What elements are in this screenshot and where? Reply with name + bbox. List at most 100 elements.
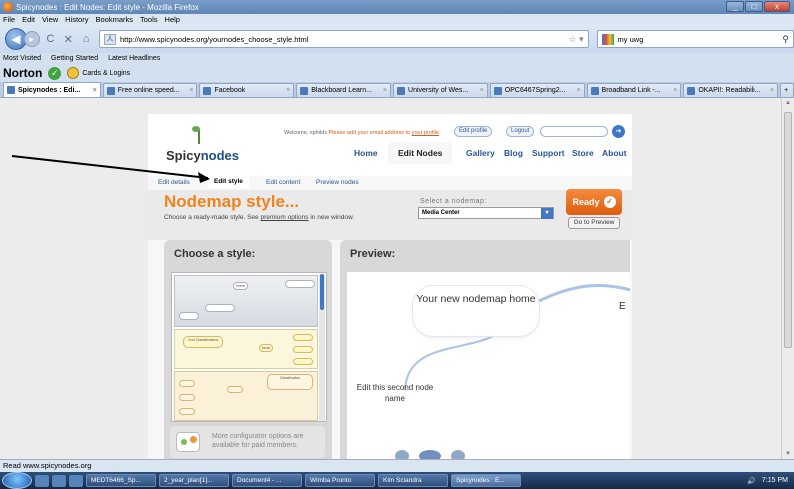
navigation-toolbar: ◀ ▸ C ✕ ⌂ 人 http://www.spicynodes.org/yo… bbox=[0, 25, 794, 53]
search-input[interactable]: my uwg bbox=[618, 35, 644, 44]
node-dot[interactable] bbox=[419, 450, 441, 459]
node-dot[interactable] bbox=[451, 450, 465, 459]
scrollbar-thumb[interactable] bbox=[784, 112, 792, 348]
reload-button[interactable]: C bbox=[44, 33, 58, 45]
menu-help[interactable]: Help bbox=[165, 15, 180, 24]
bookmark-latest-headlines[interactable]: Latest Headlines bbox=[108, 55, 160, 62]
url-text[interactable]: http://www.spicynodes.org/yournodes_choo… bbox=[120, 35, 308, 44]
tab-favicon-icon bbox=[590, 86, 599, 95]
url-bar[interactable]: 人 http://www.spicynodes.org/yournodes_ch… bbox=[98, 30, 589, 48]
more-configurator-note[interactable]: More configurator options are available … bbox=[170, 426, 325, 458]
maximize-button[interactable]: □ bbox=[745, 1, 763, 12]
norton-logo[interactable]: Norton bbox=[3, 66, 42, 80]
thumb-node: Node bbox=[259, 344, 274, 352]
start-button[interactable] bbox=[2, 472, 32, 489]
search-engine-icon[interactable] bbox=[601, 33, 614, 45]
second-node[interactable]: Edit this second node name bbox=[355, 382, 435, 404]
nav-blog[interactable]: Blog bbox=[504, 148, 523, 158]
cards-logins-button[interactable]: Cards & Logins bbox=[67, 67, 130, 79]
chevron-down-icon[interactable]: ▾ bbox=[541, 208, 553, 219]
nodemap-preview-canvas[interactable]: Your new nodemap home Edit this second n… bbox=[347, 272, 630, 459]
logout-button[interactable]: Logout bbox=[506, 126, 535, 137]
style-thumbnails[interactable]: Home Your Classifications Node Classific… bbox=[171, 272, 327, 422]
taskbar-item[interactable]: Kim Sciandra bbox=[378, 474, 448, 487]
volume-icon[interactable]: 🔊 bbox=[747, 477, 756, 485]
quick-launch-icon[interactable] bbox=[35, 474, 49, 487]
quick-launch-icon[interactable] bbox=[52, 474, 66, 487]
nav-home[interactable]: Home bbox=[354, 148, 378, 158]
your-profile-link[interactable]: your profile bbox=[412, 130, 439, 136]
style-thumbnail[interactable]: Your Classifications Node bbox=[174, 329, 318, 369]
stop-button[interactable]: ✕ bbox=[61, 33, 75, 46]
site-search-go-icon[interactable]: ➜ bbox=[612, 125, 625, 138]
minimize-button[interactable]: _ bbox=[726, 1, 744, 12]
bookmark-most-visited[interactable]: Most Visited bbox=[3, 55, 41, 62]
partial-node[interactable]: E bbox=[619, 301, 626, 312]
menu-tools[interactable]: Tools bbox=[140, 15, 158, 24]
forward-button[interactable]: ▸ bbox=[23, 31, 40, 47]
tab-okapi[interactable]: OKAPI!: Readabili... × bbox=[683, 83, 779, 97]
tab-close-icon[interactable]: × bbox=[186, 87, 193, 94]
menu-edit[interactable]: Edit bbox=[22, 15, 35, 24]
taskbar-item[interactable]: MEDT6466_Sp... bbox=[86, 474, 156, 487]
menu-bookmarks[interactable]: Bookmarks bbox=[96, 15, 134, 24]
subnav-preview-nodes[interactable]: Preview nodes bbox=[316, 179, 359, 186]
norton-status-icon[interactable]: ✓ bbox=[48, 66, 62, 80]
search-bar[interactable]: my uwg ⚲ bbox=[596, 30, 794, 48]
tab-close-icon[interactable]: × bbox=[573, 87, 580, 94]
bookmark-getting-started[interactable]: Getting Started bbox=[51, 55, 98, 62]
nav-gallery[interactable]: Gallery bbox=[466, 148, 495, 158]
tab-close-icon[interactable]: × bbox=[670, 87, 677, 94]
scroll-down-icon[interactable]: ▼ bbox=[785, 451, 791, 457]
scroll-up-icon[interactable]: ▲ bbox=[785, 100, 791, 106]
tab-close-icon[interactable]: × bbox=[767, 87, 774, 94]
style-thumbnail[interactable]: Home bbox=[174, 275, 318, 327]
tab-spicynodes[interactable]: Spicynodes : Edi... × bbox=[3, 82, 101, 97]
nav-support[interactable]: Support bbox=[532, 148, 565, 158]
page-scrollbar[interactable]: ▲ ▼ bbox=[781, 98, 794, 459]
thumbnail-scrollbar[interactable] bbox=[319, 274, 325, 421]
nodemap-select[interactable]: Media Center ▾ bbox=[418, 207, 554, 219]
ready-button[interactable]: Ready ✓ bbox=[566, 189, 622, 215]
thumbnail-scroll-thumb[interactable] bbox=[320, 274, 324, 310]
tab-close-icon[interactable]: × bbox=[90, 87, 97, 94]
taskbar-item[interactable]: Wimba Pronto bbox=[305, 474, 375, 487]
taskbar-item[interactable]: Document4 - ... bbox=[232, 474, 302, 487]
new-tab-button[interactable]: + bbox=[780, 83, 794, 97]
tab-close-icon[interactable]: × bbox=[283, 87, 290, 94]
site-identity-icon[interactable]: 人 bbox=[103, 33, 116, 45]
tab-close-icon[interactable]: × bbox=[477, 87, 484, 94]
premium-options-link[interactable]: premium options bbox=[260, 214, 308, 221]
clock[interactable]: 7:15 PM bbox=[762, 477, 788, 484]
subnav-edit-content[interactable]: Edit content bbox=[266, 179, 300, 186]
tab-facebook[interactable]: Facebook × bbox=[199, 83, 295, 97]
tab-broadband[interactable]: Broadband Link -... × bbox=[586, 83, 682, 97]
site-search-input[interactable] bbox=[540, 126, 608, 137]
home-button[interactable]: ⌂ bbox=[79, 33, 93, 45]
tab-blackboard[interactable]: Blackboard Learn... × bbox=[296, 83, 392, 97]
bookmark-star-icon[interactable]: ☆ ▾ bbox=[568, 34, 587, 45]
style-thumbnail[interactable]: Classification bbox=[174, 371, 318, 421]
menu-history[interactable]: History bbox=[65, 15, 88, 24]
tab-opc6467[interactable]: OPC6467Spring2... × bbox=[489, 83, 585, 97]
taskbar-item-active[interactable]: Spicynodes : E... bbox=[451, 474, 521, 487]
tab-close-icon[interactable]: × bbox=[380, 87, 387, 94]
tab-speed-test[interactable]: Free online speed... × bbox=[102, 83, 198, 97]
go-to-preview-button[interactable]: Go to Preview bbox=[568, 217, 620, 229]
nav-about[interactable]: About bbox=[602, 148, 627, 158]
tab-university[interactable]: University of Wes... × bbox=[393, 83, 488, 97]
home-node[interactable]: Your new nodemap home bbox=[413, 286, 539, 336]
node-dot[interactable] bbox=[395, 450, 409, 459]
taskbar-item[interactable]: 2_year_plan[1]... bbox=[159, 474, 229, 487]
search-icon[interactable]: ⚲ bbox=[782, 34, 793, 45]
quick-launch-icon[interactable] bbox=[69, 474, 83, 487]
nav-edit-nodes[interactable]: Edit Nodes bbox=[388, 142, 453, 164]
edit-profile-button[interactable]: Edit profile bbox=[454, 126, 493, 137]
welcome-text: Welcome, sphilds Please add your email a… bbox=[284, 130, 439, 136]
nav-store[interactable]: Store bbox=[572, 148, 594, 158]
tab-label: OPC6467Spring2... bbox=[504, 87, 566, 94]
menu-view[interactable]: View bbox=[42, 15, 58, 24]
close-button[interactable]: x bbox=[764, 1, 790, 12]
tab-favicon-icon bbox=[493, 86, 502, 95]
menu-file[interactable]: File bbox=[3, 15, 15, 24]
